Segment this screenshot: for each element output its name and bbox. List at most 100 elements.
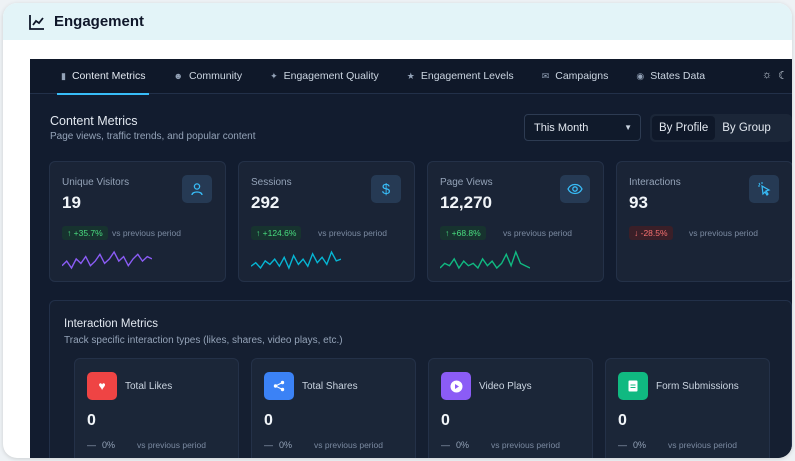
sparkline bbox=[62, 250, 152, 270]
interaction-label: Total Shares bbox=[302, 381, 358, 392]
metric-value: 12,270 bbox=[440, 193, 492, 212]
section-title: Interaction Metrics bbox=[64, 318, 158, 330]
app-window: Engagement ▮ Content Metrics ☻ Community… bbox=[3, 3, 792, 458]
change-value: -28.5% bbox=[640, 228, 668, 238]
tab-label: Content Metrics bbox=[71, 70, 146, 82]
tab-label: Engagement Quality bbox=[283, 70, 379, 82]
metric-label: Unique Visitors bbox=[62, 177, 130, 188]
heart-icon: ♥ bbox=[87, 372, 117, 400]
change-badge: ↑ +124.6% bbox=[251, 226, 302, 240]
comparison-text: vs previous period bbox=[112, 228, 181, 238]
change-value: +68.8% bbox=[451, 228, 481, 238]
tab-bar: ▮ Content Metrics ☻ Community ✦ Engageme… bbox=[30, 59, 792, 95]
change-value: 0% bbox=[456, 440, 470, 450]
form-icon bbox=[618, 372, 648, 400]
interaction-metrics-section: Interaction Metrics Track specific inter… bbox=[49, 300, 792, 458]
comparison-text: vs previous period bbox=[318, 228, 387, 238]
metric-value: 93 bbox=[629, 193, 648, 212]
sun-icon[interactable]: ☼ bbox=[762, 69, 772, 82]
dollar-icon: $ bbox=[371, 175, 401, 203]
view-toggle: By Profile By Group bbox=[650, 114, 792, 142]
bar-chart-icon: ▮ bbox=[61, 70, 66, 81]
change-text: —0% bbox=[264, 440, 293, 450]
metric-card-interactions: Interactions 93 ↓ -28.5% vs previous per… bbox=[616, 161, 792, 282]
change-text: —0% bbox=[441, 440, 470, 450]
interaction-cards: ♥ Total Likes 0 —0% vs previous period T… bbox=[74, 358, 770, 458]
change-value: 0% bbox=[633, 440, 647, 450]
period-select-value: This Month bbox=[534, 121, 589, 134]
comparison-text: vs previous period bbox=[491, 440, 560, 450]
change-value: +35.7% bbox=[73, 228, 103, 238]
tab-content-metrics[interactable]: ▮ Content Metrics bbox=[56, 59, 150, 95]
interaction-label: Form Submissions bbox=[656, 381, 739, 392]
comparison-text: vs previous period bbox=[503, 228, 572, 238]
sparkline-path bbox=[440, 250, 530, 270]
change-badge: ↑ +35.7% bbox=[62, 226, 108, 240]
map-pin-icon: ◉ bbox=[636, 70, 645, 81]
eye-icon bbox=[560, 175, 590, 203]
user-icon bbox=[182, 175, 212, 203]
tab-label: Campaigns bbox=[555, 70, 609, 82]
tab-engagement-levels[interactable]: ★ Engagement Levels bbox=[407, 59, 514, 94]
metric-card-unique-visitors: Unique Visitors 19 ↑ +35.7% vs previous … bbox=[49, 161, 226, 282]
period-select[interactable]: This Month ▼ bbox=[524, 114, 641, 141]
interaction-card-video-plays: Video Plays 0 —0% vs previous period bbox=[428, 358, 593, 458]
change-text: —0% bbox=[87, 440, 116, 450]
interaction-label: Total Likes bbox=[125, 381, 173, 392]
change-value: +124.6% bbox=[262, 228, 297, 238]
metric-cards: Unique Visitors 19 ↑ +35.7% vs previous … bbox=[49, 161, 792, 282]
metric-label: Interactions bbox=[629, 177, 681, 188]
change-text: —0% bbox=[618, 440, 647, 450]
metric-card-page-views: Page Views 12,270 ↑ +68.8% vs previous p… bbox=[427, 161, 604, 282]
by-profile-button[interactable]: By Profile bbox=[652, 116, 716, 140]
users-icon: ☻ bbox=[173, 71, 183, 81]
change-badge: ↓ -28.5% bbox=[629, 226, 673, 240]
change-badge: ↑ +68.8% bbox=[440, 226, 486, 240]
interaction-value: 0 bbox=[264, 412, 273, 429]
page-title: Engagement bbox=[54, 13, 145, 30]
pointer-click-icon bbox=[749, 175, 779, 203]
metric-label: Sessions bbox=[251, 177, 292, 188]
moon-icon[interactable]: ☾ bbox=[778, 69, 788, 82]
page-header: Engagement bbox=[3, 3, 792, 40]
trophy-icon: ★ bbox=[406, 70, 415, 81]
chevron-down-icon: ▼ bbox=[624, 123, 632, 132]
sparkline-path bbox=[62, 250, 152, 270]
section-title: Content Metrics bbox=[50, 114, 138, 128]
sparkline bbox=[440, 250, 530, 270]
interaction-card-shares: Total Shares 0 —0% vs previous period bbox=[251, 358, 416, 458]
tab-label: Community bbox=[188, 70, 243, 82]
sparkline-path bbox=[251, 250, 341, 270]
tab-states-data[interactable]: ◉ States Data bbox=[636, 59, 705, 94]
interaction-value: 0 bbox=[87, 412, 96, 429]
metric-label: Page Views bbox=[440, 177, 493, 188]
comparison-text: vs previous period bbox=[689, 228, 758, 238]
comparison-text: vs previous period bbox=[668, 440, 737, 450]
dashboard-panel: ▮ Content Metrics ☻ Community ✦ Engageme… bbox=[30, 59, 792, 458]
metric-value: 19 bbox=[62, 193, 81, 212]
metric-value: 292 bbox=[251, 193, 280, 212]
interaction-label: Video Plays bbox=[479, 381, 532, 392]
sparkline bbox=[251, 250, 341, 270]
tab-campaigns[interactable]: ✉ Campaigns bbox=[542, 59, 609, 94]
section-subtitle: Track specific interaction types (likes,… bbox=[64, 335, 343, 346]
trend-chart-icon bbox=[29, 14, 44, 30]
interaction-card-likes: ♥ Total Likes 0 —0% vs previous period bbox=[74, 358, 239, 458]
interaction-card-form-submissions: Form Submissions 0 —0% vs previous perio… bbox=[605, 358, 770, 458]
tab-engagement-quality[interactable]: ✦ Engagement Quality bbox=[270, 59, 379, 94]
by-group-button[interactable]: By Group bbox=[715, 116, 778, 140]
share-icon bbox=[264, 372, 294, 400]
interaction-value: 0 bbox=[441, 412, 450, 429]
change-value: 0% bbox=[102, 440, 116, 450]
mail-icon: ✉ bbox=[541, 70, 550, 81]
tab-label: Engagement Levels bbox=[420, 70, 514, 82]
play-icon bbox=[441, 372, 471, 400]
theme-controls: ☼ ☾ bbox=[762, 69, 788, 82]
section-subtitle: Page views, traffic trends, and popular … bbox=[50, 131, 256, 142]
tab-community[interactable]: ☻ Community bbox=[173, 59, 242, 94]
sparkle-icon: ✦ bbox=[270, 70, 278, 81]
comparison-text: vs previous period bbox=[137, 440, 206, 450]
tab-label: States Data bbox=[650, 70, 706, 82]
comparison-text: vs previous period bbox=[314, 440, 383, 450]
metric-card-sessions: Sessions 292 $ ↑ +124.6% vs previous per… bbox=[238, 161, 415, 282]
